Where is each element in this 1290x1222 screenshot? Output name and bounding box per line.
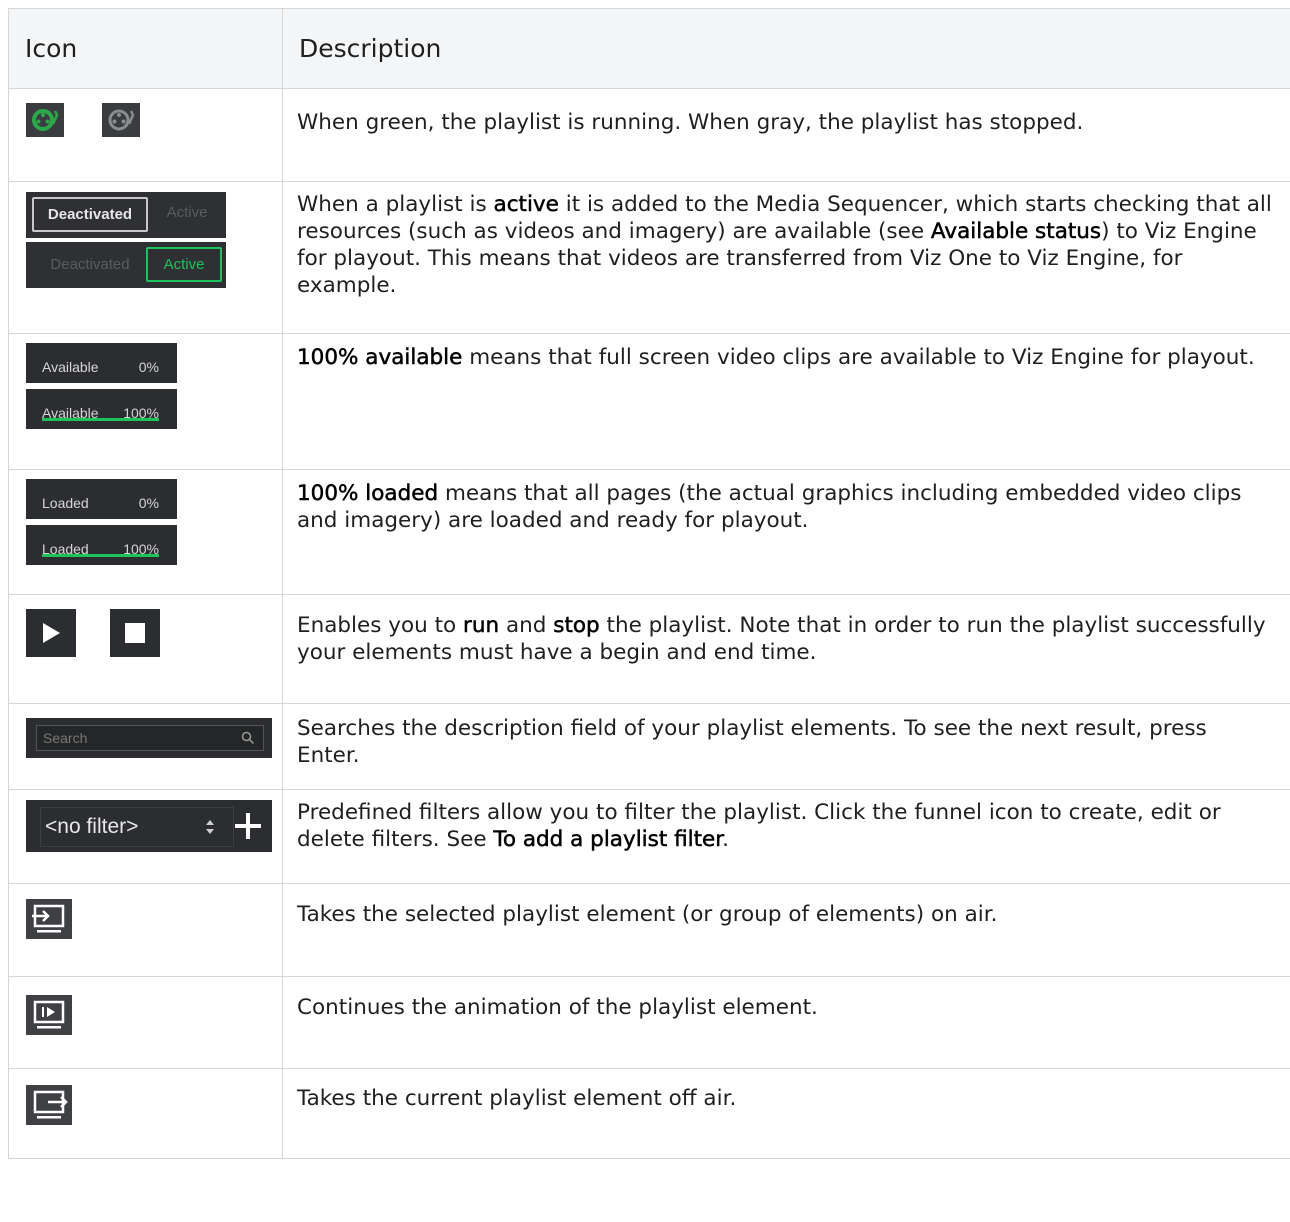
playlist-running-icon: [26, 103, 64, 137]
available-status-0: Available 0%: [26, 343, 177, 383]
description-cell: Predefined filters allow you to filter t…: [282, 789, 1290, 884]
continue-icon: [26, 995, 72, 1035]
loaded-status-0: Loaded 0%: [26, 479, 177, 519]
table-row: Loaded 0% Loaded 100% 100% loaded means …: [8, 469, 1290, 595]
description-cell: Enables you to run and stop the playlist…: [282, 594, 1290, 704]
deactivated-option: Deactivated: [50, 256, 130, 273]
description-cell: Takes the current playlist element off a…: [282, 1068, 1290, 1159]
icon-cell: Search: [8, 703, 283, 790]
table-row: Search Searches the description field of…: [8, 703, 1290, 790]
icon-cell: <no filter>: [8, 789, 283, 884]
description-cell: Searches the description field of your p…: [282, 703, 1290, 790]
loaded-status-100: Loaded 100%: [26, 525, 177, 565]
description-cell: 100% loaded means that all pages (the ac…: [282, 469, 1290, 595]
table-row: Takes the current playlist element off a…: [8, 1068, 1290, 1159]
icon-cell: Available 0% Available 100%: [8, 333, 283, 470]
description-column-header: Description: [282, 8, 1290, 89]
table-row: Takes the selected playlist element (or …: [8, 883, 1290, 977]
table-row: Enables you to run and stop the playlist…: [8, 594, 1290, 704]
available-progress-bar: [42, 418, 159, 421]
active-option: Active: [146, 247, 222, 282]
icon-column-header: Icon: [8, 8, 283, 89]
active-option: Active: [166, 204, 208, 221]
icon-description-table: Icon Description When green, the playlis…: [8, 8, 1290, 1159]
description-cell: Takes the selected playlist element (or …: [282, 883, 1290, 977]
play-icon: [26, 609, 76, 657]
table-row: When green, the playlist is running. Whe…: [8, 88, 1290, 182]
icon-cell: [8, 883, 283, 977]
table-header-row: Icon Description: [8, 8, 1290, 89]
search-field: Search: [26, 718, 272, 758]
icon-cell: Loaded 0% Loaded 100%: [8, 469, 283, 595]
stop-icon: [109, 609, 160, 657]
take-on-air-icon: [26, 899, 72, 939]
playlist-filter-control: <no filter>: [26, 800, 272, 852]
description-cell: When a playlist is active it is added to…: [282, 181, 1290, 334]
table-row: Available 0% Available 100% 100% availab…: [8, 333, 1290, 470]
icon-cell: [8, 594, 283, 704]
updown-arrows-icon: [206, 820, 214, 834]
activation-toggle-deactivated: Deactivated Active: [26, 192, 226, 238]
table-row: Deactivated Active Deactivated Active Wh…: [8, 181, 1290, 334]
playlist-stopped-icon: [101, 103, 140, 137]
icon-cell: [8, 88, 283, 182]
description-cell: 100% available means that full screen vi…: [282, 333, 1290, 470]
icon-cell: [8, 1068, 283, 1159]
available-status-link[interactable]: Available status: [931, 219, 1102, 245]
icon-cell: Deactivated Active Deactivated Active: [8, 181, 283, 334]
icon-cell: [8, 976, 283, 1069]
description-cell: Continues the animation of the playlist …: [282, 976, 1290, 1069]
filter-select: <no filter>: [40, 807, 234, 847]
deactivated-option: Deactivated: [32, 197, 148, 232]
available-status-100: Available 100%: [26, 389, 177, 429]
add-playlist-filter-link[interactable]: To add a playlist filter: [493, 827, 722, 853]
activation-toggle-active: Deactivated Active: [26, 242, 226, 288]
take-off-air-icon: [26, 1085, 72, 1125]
table-row: Continues the animation of the playlist …: [8, 976, 1290, 1069]
search-icon: [241, 731, 255, 745]
search-input: Search: [36, 725, 264, 751]
table-row: <no filter> Predefined filters allow you…: [8, 789, 1290, 884]
plus-icon: [235, 813, 261, 839]
description-cell: When green, the playlist is running. Whe…: [282, 88, 1290, 182]
loaded-progress-bar: [42, 554, 159, 557]
